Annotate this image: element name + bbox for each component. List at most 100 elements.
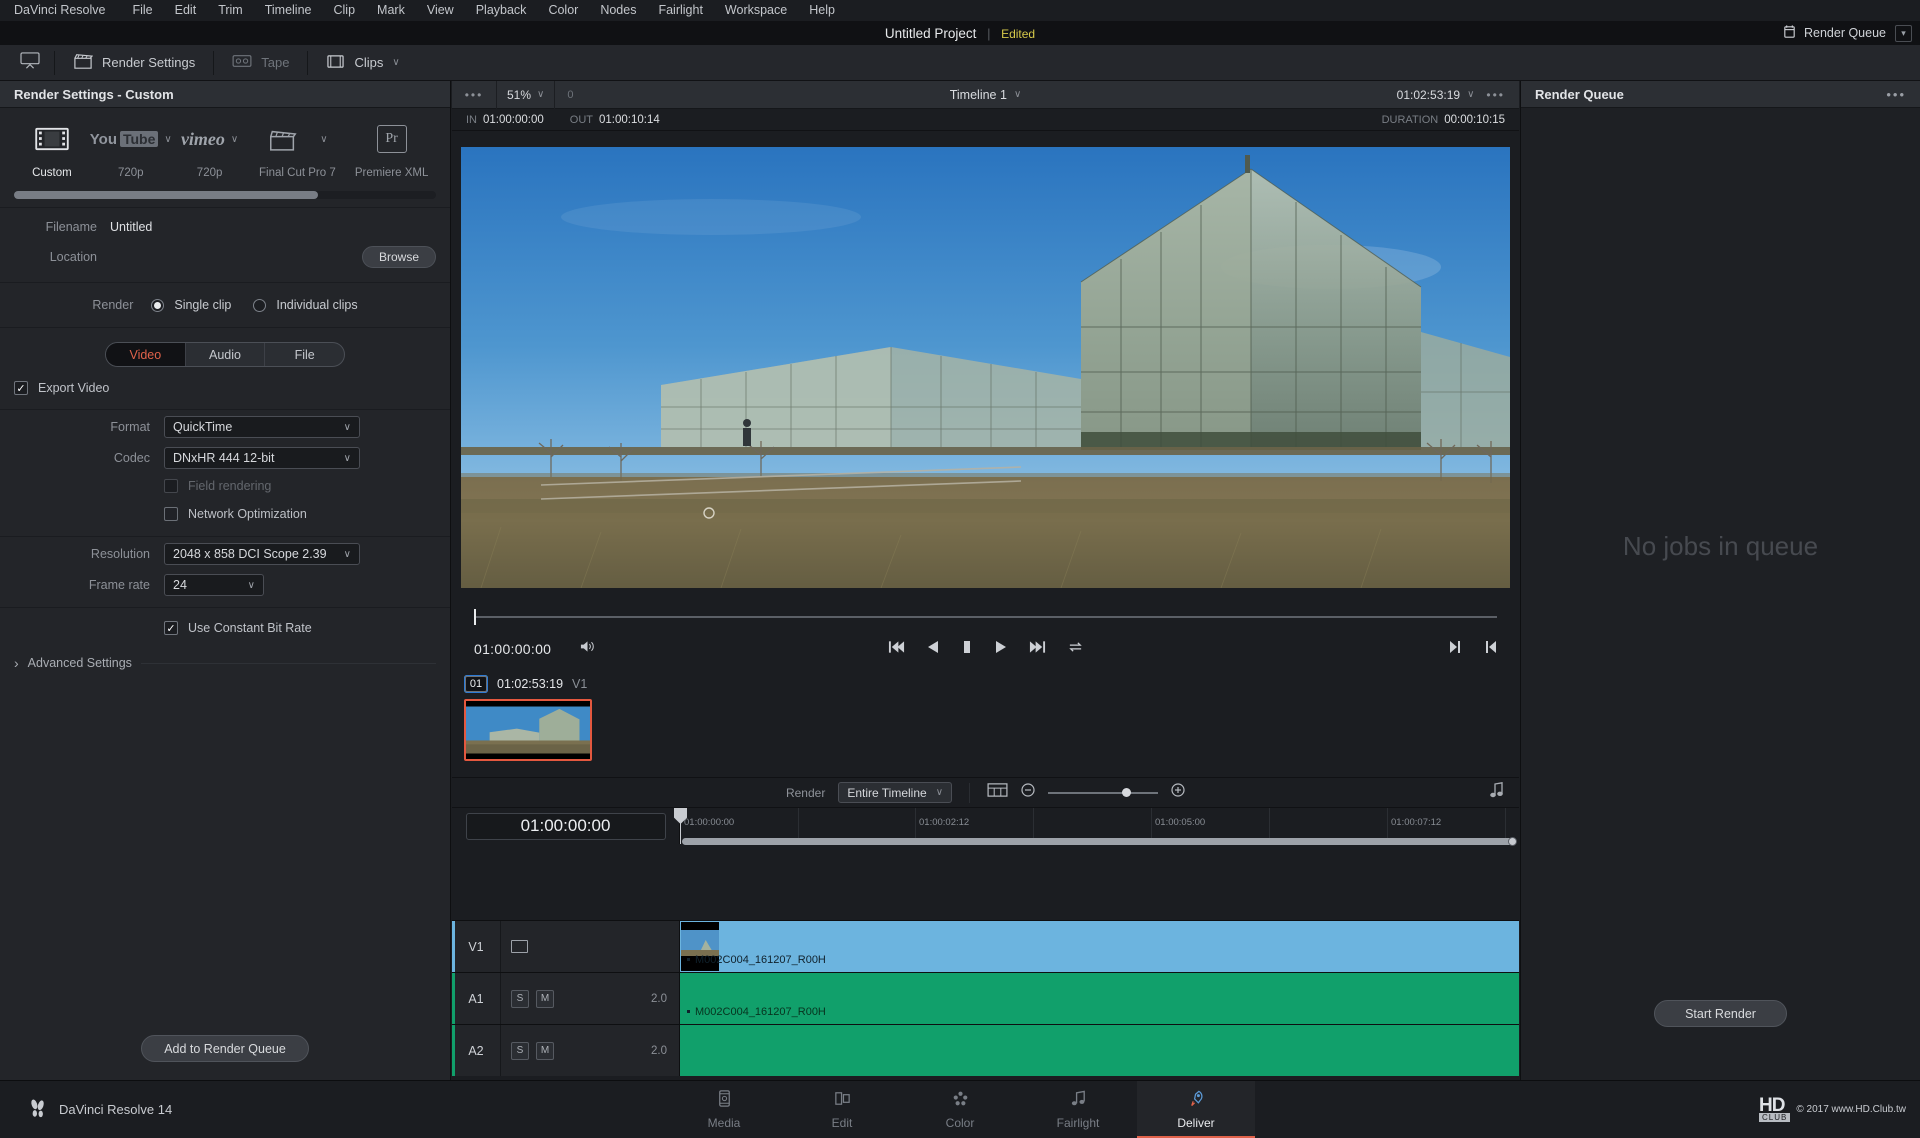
menu-item-file[interactable]: File <box>121 0 163 21</box>
menu-item-clip[interactable]: Clip <box>323 0 367 21</box>
mute-button-a2[interactable]: M <box>536 1041 554 1060</box>
video-viewer[interactable] <box>452 131 1519 603</box>
resolution-select[interactable]: 2048 x 858 DCI Scope 2.39 ∨ <box>164 543 360 565</box>
preset-vimeo[interactable]: vimeo ∨ 720p <box>172 118 248 180</box>
clip-name-text: M002C004_161207_R00H <box>695 1006 826 1018</box>
start-render-button[interactable]: Start Render <box>1654 1000 1787 1027</box>
radio-individual-clips[interactable] <box>253 298 267 312</box>
frame-rate-select[interactable]: 24 ∨ <box>164 574 264 596</box>
track-header-a2[interactable]: A2 S M 2.0 <box>452 1025 680 1076</box>
clip-index-badge: 01 <box>465 676 487 692</box>
menu-item-nodes[interactable]: Nodes <box>589 0 647 21</box>
project-title: Untitled Project <box>884 25 977 41</box>
track-body-a2[interactable] <box>680 1025 1519 1076</box>
network-optimization-checkbox[interactable] <box>164 507 178 521</box>
video-track-icon[interactable] <box>511 940 528 953</box>
solo-button-a1[interactable]: S <box>511 989 529 1008</box>
panel-expand-button[interactable]: ▾ <box>1895 24 1912 42</box>
codec-select[interactable]: DNxHR 444 12-bit ∨ <box>164 447 360 469</box>
timeline-current-timecode[interactable]: 01:00:00:00 <box>465 812 666 840</box>
timeline-zoom-knob[interactable] <box>1122 787 1132 797</box>
scrubber-track[interactable] <box>474 609 1497 625</box>
menu-item-trim[interactable]: Trim <box>207 0 254 21</box>
page-deliver[interactable]: Deliver <box>1137 1080 1255 1138</box>
tab-audio[interactable]: Audio <box>184 343 265 366</box>
format-select[interactable]: QuickTime ∨ <box>164 416 360 438</box>
menu-item-view[interactable]: View <box>416 0 465 21</box>
title-bar-right: Render Queue ▾ <box>1782 24 1920 42</box>
render-queue-options-button[interactable]: ••• <box>1886 87 1906 102</box>
viewer-scrubber[interactable] <box>452 603 1519 631</box>
viewer-timeline-select[interactable]: Timeline 1 ∨ <box>452 88 1519 102</box>
single-clip-label[interactable]: Single clip <box>174 298 231 312</box>
menu-item-fairlight[interactable]: Fairlight <box>647 0 713 21</box>
menu-item-color[interactable]: Color <box>537 0 589 21</box>
preset-scrollbar[interactable] <box>14 191 436 199</box>
menu-item-edit[interactable]: Edit <box>164 0 208 21</box>
preset-premiere-xml[interactable]: Pr Premiere XML <box>347 118 436 179</box>
stop-icon[interactable] <box>961 640 973 659</box>
solo-button-a2[interactable]: S <box>511 1041 529 1060</box>
preset-custom[interactable]: Custom <box>14 118 90 179</box>
tape-tab[interactable]: Tape <box>214 45 307 81</box>
menu-item-workspace[interactable]: Workspace <box>714 0 798 21</box>
individual-clips-label[interactable]: Individual clips <box>276 298 357 312</box>
track-body-a1[interactable]: M002C004_161207_R00H <box>680 973 1519 1024</box>
render-settings-tab[interactable]: Render Settings <box>55 45 213 81</box>
add-to-render-queue-button[interactable]: Add to Render Queue <box>141 1035 309 1062</box>
track-header-a1[interactable]: A1 S M 2.0 <box>452 973 680 1024</box>
skip-to-start-icon[interactable] <box>888 640 905 659</box>
browse-button[interactable]: Browse <box>361 246 436 268</box>
timeline-clip-v1[interactable]: M002C004_161207_R00H <box>680 921 1519 972</box>
filename-value[interactable]: Untitled <box>110 220 152 234</box>
clip-thumbnail[interactable] <box>464 699 592 761</box>
preset-youtube[interactable]: You Tube ∨ 720p <box>89 118 172 180</box>
track-row-a1: A1 S M 2.0 M002C004_161207_R00H <box>452 972 1519 1024</box>
timeline-scrollbar-knob[interactable] <box>1508 837 1517 846</box>
radio-single-clip[interactable] <box>151 298 165 312</box>
timeline-clip-a2[interactable] <box>680 1025 1519 1076</box>
render-range-select[interactable]: Entire Timeline ∨ <box>838 782 953 803</box>
tab-video[interactable]: Video <box>106 343 185 366</box>
menu-item-help[interactable]: Help <box>798 0 846 21</box>
plus-circle-icon[interactable] <box>1171 783 1185 802</box>
skip-to-end-icon[interactable] <box>1029 640 1046 659</box>
export-video-checkbox[interactable]: ✓ <box>14 381 28 395</box>
tab-file[interactable]: File <box>264 343 344 366</box>
render-queue-toggle[interactable]: Render Queue <box>1782 24 1886 42</box>
menu-item-app[interactable]: DaVinci Resolve <box>14 0 121 21</box>
track-body-v1[interactable]: M002C004_161207_R00H <box>680 921 1519 972</box>
preset-youtube-label: 720p <box>117 167 144 179</box>
advanced-settings-disclosure[interactable]: › Advanced Settings <box>0 648 450 678</box>
timeline-scrollbar-thumb[interactable] <box>682 838 1513 845</box>
clips-tab[interactable]: Clips ∨ <box>308 45 417 81</box>
field-rendering-row: Field rendering <box>0 472 450 500</box>
music-note-icon[interactable] <box>1490 782 1503 803</box>
youtube-icon: You Tube ∨ <box>89 130 172 148</box>
minus-circle-icon[interactable] <box>1021 783 1035 802</box>
page-edit[interactable]: Edit <box>783 1081 901 1138</box>
play-reverse-icon[interactable] <box>927 640 939 659</box>
timeline-view-icon[interactable] <box>987 782 1008 803</box>
mute-button-a1[interactable]: M <box>536 989 554 1008</box>
menu-item-timeline[interactable]: Timeline <box>254 0 323 21</box>
page-color[interactable]: Color <box>901 1081 1019 1138</box>
loop-icon[interactable] <box>1068 640 1083 659</box>
menu-item-mark[interactable]: Mark <box>366 0 416 21</box>
timeline-clip-a1[interactable]: M002C004_161207_R00H <box>680 973 1519 1024</box>
menu-item-playback[interactable]: Playback <box>465 0 538 21</box>
page-fairlight[interactable]: Fairlight <box>1019 1081 1137 1138</box>
timeline-zoom-slider[interactable] <box>1048 787 1159 797</box>
scrubber-playhead[interactable] <box>474 609 476 625</box>
render-queue-label: Render Queue <box>1803 26 1886 40</box>
in-value[interactable]: 01:00:00:00 <box>483 114 544 126</box>
out-value[interactable]: 01:00:10:14 <box>599 114 660 126</box>
track-header-v1[interactable]: V1 <box>452 921 680 972</box>
preset-scrollbar-thumb[interactable] <box>14 191 318 199</box>
page-media[interactable]: Media <box>665 1081 783 1138</box>
constant-bitrate-checkbox[interactable]: ✓ <box>164 621 178 635</box>
preset-final-cut-pro-7[interactable]: ∨ Final Cut Pro 7 <box>247 118 347 179</box>
monitor-toggle-button[interactable] <box>6 45 54 81</box>
play-icon[interactable] <box>995 640 1007 659</box>
timeline-scrollbar[interactable] <box>680 837 1519 846</box>
